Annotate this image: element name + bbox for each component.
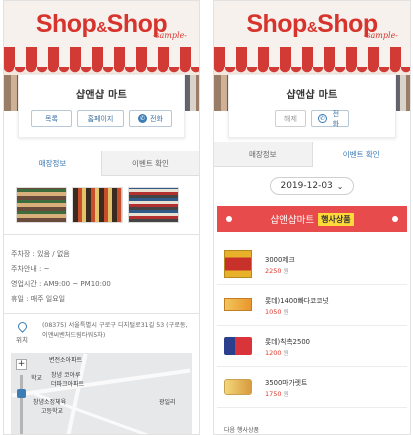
map-label: 더파크아파트 bbox=[51, 381, 85, 388]
phone-icon: ✆ bbox=[318, 114, 327, 123]
store-tabs: 매장정보 이벤트 확인 bbox=[214, 142, 410, 167]
currency-label: 원 bbox=[283, 351, 289, 357]
parking-info: 주차장 : 있음 / 없음 bbox=[11, 250, 70, 258]
store-event-screen: Shop&Shop -sample- 샵앤샵 마트 해제 ✆ 전화 매장정보 이… bbox=[213, 0, 411, 435]
map-zoom-slider[interactable] bbox=[20, 375, 23, 434]
divider bbox=[4, 234, 199, 235]
store-tabs: 매장정보 이벤트 확인 bbox=[4, 151, 199, 176]
product-name: 3000제크 bbox=[265, 256, 295, 264]
map-label: 창녕소정체육 bbox=[33, 399, 67, 406]
store-info-screen: Shop&Shop -sample- 샵앤샵 마트 목록 홈페이지 ✆ 전화 매… bbox=[3, 0, 200, 435]
product-item[interactable]: 롯데)1400빠다코코넛 1050 원 bbox=[217, 285, 407, 326]
next-section-label: 다음 행사상품 bbox=[224, 427, 260, 434]
currency-label: 원 bbox=[283, 392, 289, 398]
store-action-buttons: 해제 ✆ 전화 bbox=[229, 110, 395, 137]
selected-date: 2019-12-03 bbox=[280, 181, 333, 191]
product-name: 3500마가렛트 bbox=[265, 379, 308, 387]
location-pin-icon bbox=[16, 320, 29, 333]
map-zoom-handle[interactable] bbox=[17, 389, 26, 398]
price-value: 1750 bbox=[265, 390, 282, 398]
price-value: 2250 bbox=[265, 267, 282, 275]
store-card: 샵앤샵 마트 해제 ✆ 전화 bbox=[228, 74, 396, 138]
promo-banner: 샵앤샵마트 행사상품 bbox=[217, 206, 407, 232]
address-label: 위치 bbox=[16, 336, 28, 344]
product-image bbox=[224, 379, 252, 395]
map-label: 변전소아파트 bbox=[49, 357, 83, 364]
phone-icon: ✆ bbox=[138, 114, 148, 123]
holiday-info: 휴일 : 매주 일요일 bbox=[11, 295, 66, 303]
store-name: 샵앤샵 마트 bbox=[75, 90, 128, 101]
logo-amp: & bbox=[306, 19, 318, 36]
awning bbox=[214, 47, 410, 67]
awning-edge bbox=[214, 67, 410, 74]
call-button[interactable]: ✆ 전화 bbox=[129, 110, 172, 127]
chevron-down-icon: ⌄ bbox=[336, 181, 344, 191]
store-map[interactable]: + 변전소아파트 창녕 코아루 더파크아파트 학교 창녕소정체육 고등학교 광일… bbox=[11, 353, 192, 434]
address-row: 위치 (08375) 서울특별시 구로구 디지털로31길 53 (구로동, 이앤… bbox=[4, 318, 199, 352]
call-button-label: 전화 bbox=[150, 114, 163, 123]
store-name: 샵앤샵 마트 bbox=[286, 90, 338, 101]
divider bbox=[4, 313, 199, 314]
tab-event[interactable]: 이벤트 확인 bbox=[312, 142, 410, 167]
product-price: 1200 원 bbox=[265, 349, 289, 357]
dot-icon bbox=[226, 216, 232, 222]
logo-amp: & bbox=[96, 19, 107, 36]
unfavorite-button[interactable]: 해제 bbox=[275, 110, 306, 127]
promo-badge: 행사상품 bbox=[318, 212, 354, 226]
product-image bbox=[224, 298, 252, 311]
date-selector-row: 2019-12-03 ⌄ bbox=[214, 173, 410, 195]
map-road bbox=[66, 353, 88, 434]
product-image bbox=[224, 250, 252, 278]
map-label: 학교 bbox=[31, 375, 43, 382]
store-photos bbox=[16, 187, 179, 223]
map-zoom-in-button[interactable]: + bbox=[16, 359, 27, 370]
awning-edge bbox=[4, 67, 199, 74]
logo-word-1: Shop bbox=[35, 10, 97, 38]
currency-label: 원 bbox=[283, 269, 289, 275]
promo-store-name: 샵앤샵마트 bbox=[270, 215, 315, 226]
product-item[interactable]: 3500마가렛트 1750 원 bbox=[217, 367, 407, 408]
logo-sample-tag: -sample- bbox=[363, 31, 398, 40]
awning bbox=[4, 47, 199, 67]
product-price: 1750 원 bbox=[265, 390, 289, 398]
call-button-label: 전화 bbox=[332, 109, 340, 128]
list-button[interactable]: 목록 bbox=[31, 110, 72, 127]
tab-event[interactable]: 이벤트 확인 bbox=[101, 151, 199, 176]
parking-guide: 주차안내 : ~ bbox=[11, 265, 50, 273]
map-label: 고등학교 bbox=[41, 408, 64, 415]
logo-sample-tag: -sample- bbox=[152, 31, 187, 40]
address-text: (08375) 서울특별시 구로구 디지털로31길 53 (구로동, 이앤씨벤처… bbox=[42, 322, 188, 339]
product-item[interactable]: 롯데)칙촉2500 1200 원 bbox=[217, 326, 407, 367]
tab-store-info[interactable]: 매장정보 bbox=[214, 142, 313, 167]
date-picker[interactable]: 2019-12-03 ⌄ bbox=[270, 177, 354, 195]
store-action-buttons: 목록 홈페이지 ✆ 전화 bbox=[19, 110, 184, 137]
homepage-button[interactable]: 홈페이지 bbox=[77, 110, 124, 127]
product-name: 롯데)1400빠다코코넛 bbox=[265, 297, 329, 305]
map-label: 창녕 코아루 bbox=[51, 372, 81, 379]
product-item[interactable]: 3000제크 2250 원 bbox=[217, 244, 407, 285]
price-value: 1200 bbox=[265, 349, 282, 357]
call-button[interactable]: ✆ 전화 bbox=[311, 109, 349, 128]
product-image bbox=[224, 337, 252, 355]
store-photo[interactable] bbox=[16, 187, 67, 223]
dot-icon bbox=[392, 216, 398, 222]
map-label: 광일리 bbox=[159, 399, 176, 406]
store-card: 샵앤샵 마트 목록 홈페이지 ✆ 전화 bbox=[18, 74, 185, 138]
store-photo[interactable] bbox=[128, 187, 179, 223]
logo-word-1: Shop bbox=[246, 10, 307, 38]
store-details: 주차장 : 있음 / 없음 주차안내 : ~ 영업시간 : AM9:00 ~ P… bbox=[11, 247, 111, 307]
product-price: 1050 원 bbox=[265, 308, 289, 316]
tab-store-info[interactable]: 매장정보 bbox=[4, 151, 101, 176]
product-price: 2250 원 bbox=[265, 267, 289, 275]
product-name: 롯데)칙촉2500 bbox=[265, 338, 310, 346]
business-hours: 영업시간 : AM9:00 ~ PM10:00 bbox=[11, 280, 111, 288]
currency-label: 원 bbox=[283, 310, 289, 316]
price-value: 1050 bbox=[265, 308, 282, 316]
product-list: 3000제크 2250 원 롯데)1400빠다코코넛 1050 원 롯데)칙촉2… bbox=[217, 244, 407, 408]
store-photo[interactable] bbox=[72, 187, 123, 223]
